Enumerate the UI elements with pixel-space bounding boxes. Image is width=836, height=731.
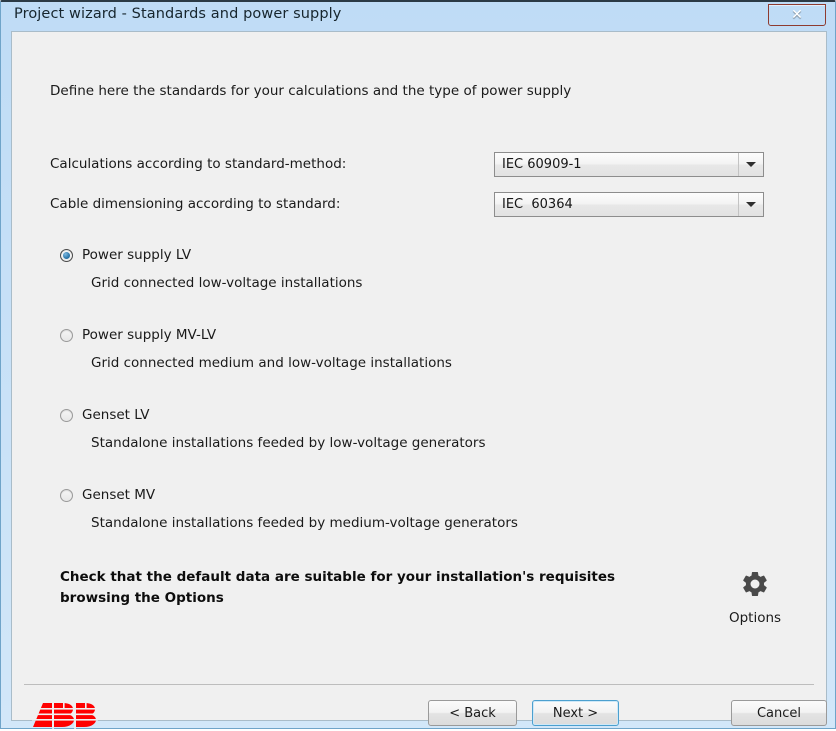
calculation-standard-combo[interactable]: IEC 60909-1 <box>494 152 764 177</box>
radio-power-supply-lv[interactable]: Power supply LV <box>60 245 191 265</box>
calculation-standard-label: Calculations according to standard-metho… <box>50 156 347 172</box>
option-description: Grid connected low-voltage installations <box>91 275 363 291</box>
calculation-standard-value: IEC 60909-1 <box>502 157 582 172</box>
cable-standard-combo[interactable]: IEC 60364 <box>494 192 764 217</box>
radio-genset-lv[interactable]: Genset LV <box>60 405 150 425</box>
options-button[interactable]: Options <box>712 569 798 626</box>
radio-label: Power supply MV-LV <box>82 327 217 343</box>
footer-separator <box>24 684 814 685</box>
radio-label: Power supply LV <box>82 247 192 263</box>
gear-icon <box>743 571 767 597</box>
radio-icon <box>60 408 73 422</box>
window-title: Project wizard - Standards and power sup… <box>14 6 342 22</box>
hint-note: Check that the default data are suitable… <box>60 569 616 606</box>
options-label: Options <box>728 610 782 626</box>
cancel-button[interactable]: Cancel <box>731 700 827 726</box>
close-button[interactable]: ✕ <box>768 4 826 26</box>
option-description: Grid connected medium and low-voltage in… <box>91 355 452 371</box>
cable-standard-label: Cable dimensioning according to standard… <box>50 196 341 212</box>
radio-icon <box>60 488 73 502</box>
radio-genset-mv[interactable]: Genset MV <box>60 485 155 505</box>
back-button[interactable]: < Back <box>428 700 517 726</box>
wizard-window: Project wizard - Standards and power sup… <box>0 0 836 729</box>
wizard-client-area: Define here the standards for your calcu… <box>11 31 828 729</box>
cable-standard-value: IEC 60364 <box>502 197 573 212</box>
chevron-down-icon <box>746 162 756 167</box>
title-bar: Project wizard - Standards and power sup… <box>1 2 836 29</box>
radio-icon-selected <box>60 248 73 262</box>
form-row-calculation-standard: Calculations according to standard-metho… <box>12 152 828 178</box>
radio-label: Genset MV <box>82 487 156 503</box>
radio-icon <box>60 328 73 342</box>
cable-standard-combo-arrow[interactable] <box>738 193 763 216</box>
next-button[interactable]: Next > <box>532 700 619 726</box>
option-description: Standalone installations feeded by mediu… <box>91 515 518 531</box>
abb-logo <box>32 701 98 729</box>
calculation-standard-combo-arrow[interactable] <box>738 153 763 176</box>
form-row-cable-standard: Cable dimensioning according to standard… <box>12 192 828 218</box>
chevron-down-icon <box>746 202 756 207</box>
option-description: Standalone installations feeded by low-v… <box>91 435 486 451</box>
intro-text: Define here the standards for your calcu… <box>50 83 572 99</box>
radio-power-supply-mv-lv[interactable]: Power supply MV-LV <box>60 325 216 345</box>
close-icon: ✕ <box>791 7 803 23</box>
radio-label: Genset LV <box>82 407 150 423</box>
